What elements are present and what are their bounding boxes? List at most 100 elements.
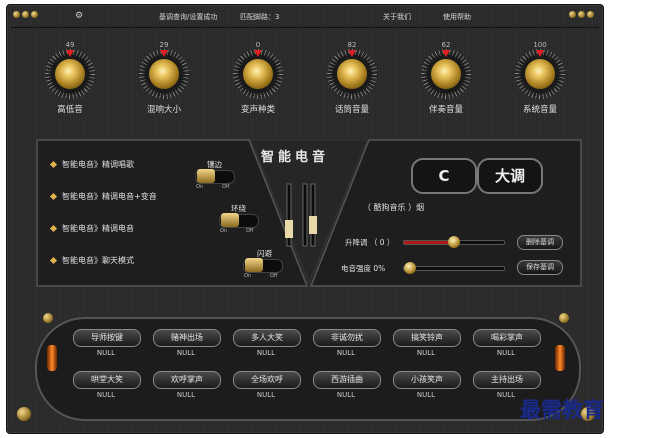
- mode-label: 智能电音》聊天模式: [62, 256, 134, 265]
- effect-status: NULL: [176, 349, 196, 357]
- screw-icon: [569, 11, 576, 18]
- effect-status: NULL: [96, 391, 116, 399]
- effect-button[interactable]: 哄堂大笑: [73, 371, 141, 389]
- mode-label: 智能电音》精调电音+变音: [62, 192, 157, 201]
- knob-label: 高低音: [57, 105, 83, 115]
- effect-button[interactable]: 喝彩掌声: [473, 329, 541, 347]
- effect-button[interactable]: 全场欢呼: [233, 371, 301, 389]
- mode-item[interactable]: 智能电音》精调电音: [49, 223, 134, 234]
- effect-button[interactable]: 导师按键: [73, 329, 141, 347]
- diamond-icon: [49, 192, 58, 201]
- toggle-on-label: On: [220, 228, 228, 234]
- right-lamp-icon: [555, 345, 565, 371]
- knob-label: 变声种类: [240, 105, 275, 115]
- indicator-icon: [348, 50, 356, 57]
- effect-status: NULL: [256, 391, 276, 399]
- effect-button[interactable]: 西游插曲: [313, 371, 381, 389]
- effect-status: NULL: [176, 391, 196, 399]
- logo-text: 智能电音: [261, 150, 330, 165]
- pitch-label: 升降调 （ 0 ）: [345, 237, 394, 248]
- knob-reverb[interactable]: 29 混响大小: [134, 41, 194, 121]
- knob-value: 29: [159, 41, 169, 49]
- toggle-on-label: On: [196, 184, 204, 190]
- indicator-icon: [66, 50, 74, 57]
- mode-item[interactable]: 智能电音》精调电音+变音: [49, 191, 157, 202]
- effect-status: NULL: [336, 349, 356, 357]
- knob-voice-type[interactable]: 0 变声种类: [228, 41, 288, 121]
- script-label: 匹配脚路：3: [240, 12, 279, 22]
- knob-mic-volume[interactable]: 82 话筒音量: [322, 41, 382, 121]
- toggle-off-label: Off: [270, 273, 278, 279]
- pitch-thumb[interactable]: [448, 236, 460, 248]
- pitch-fill: [404, 241, 454, 244]
- effect-button[interactable]: 赌神出场: [153, 329, 221, 347]
- knob-value: 100: [533, 41, 547, 49]
- knob-ring: [233, 49, 283, 99]
- knob-ring: [327, 49, 377, 99]
- mode-label: 智能电音》精调唱歌: [62, 160, 134, 169]
- about-link[interactable]: 关于我们: [383, 12, 411, 22]
- knob-value: 0: [255, 41, 261, 49]
- effect-status: NULL: [416, 349, 436, 357]
- screw-icon: [587, 11, 594, 18]
- toggle-flanger[interactable]: On Off: [195, 169, 235, 190]
- mode-item[interactable]: 智能电音》精调唱歌: [49, 159, 134, 170]
- effect-status: NULL: [96, 349, 116, 357]
- pitch-slider[interactable]: [403, 236, 505, 248]
- pitch-label-text: 升降调: [345, 238, 368, 247]
- effect-button[interactable]: 小孩笑声: [393, 371, 461, 389]
- screw-icon: [13, 11, 20, 18]
- effect-button[interactable]: 欢呼掌声: [153, 371, 221, 389]
- strength-slider[interactable]: [403, 262, 505, 274]
- knob-system-volume[interactable]: 100 系统音量: [510, 41, 570, 121]
- left-lamp-icon: [47, 345, 57, 371]
- key-scale-display[interactable]: 大调: [477, 158, 543, 194]
- screw-icon: [31, 11, 38, 18]
- save-key-button[interactable]: 保存基调: [517, 260, 563, 275]
- indicator-icon: [160, 50, 168, 57]
- knob-value: 49: [65, 41, 75, 49]
- header-divider: [11, 27, 599, 28]
- knob-label: 话筒音量: [334, 105, 369, 115]
- watermark-text: 最需教育: [520, 397, 604, 422]
- gear-icon[interactable]: ⚙: [75, 11, 83, 21]
- mode-label: 智能电音》精调电音: [62, 224, 134, 233]
- diamond-icon: [49, 256, 58, 265]
- delete-key-button[interactable]: 删除基调: [517, 235, 563, 250]
- strength-value: 0%: [373, 264, 386, 273]
- knob-bass[interactable]: 49 高低音: [40, 41, 100, 121]
- pitch-value: （ 0 ）: [369, 238, 395, 247]
- toggle-off-label: Off: [222, 184, 230, 190]
- knob-ring: [515, 49, 565, 99]
- knob-label: 系统音量: [522, 105, 557, 115]
- knob-label: 伴奏音量: [428, 105, 463, 115]
- effect-button[interactable]: 搞笑铃声: [393, 329, 461, 347]
- toggle-dodge[interactable]: On Off: [243, 258, 283, 279]
- effect-button[interactable]: 多人大笑: [233, 329, 301, 347]
- indicator-icon: [442, 50, 450, 57]
- indicator-icon: [254, 50, 262, 57]
- key-note-display[interactable]: C: [411, 158, 477, 194]
- toggle-thumb: [221, 213, 239, 227]
- diamond-icon: [49, 224, 58, 233]
- knob-ring: [45, 49, 95, 99]
- toggle-thumb: [245, 258, 263, 272]
- effect-button[interactable]: 非诚勿扰: [313, 329, 381, 347]
- script-value: 3: [275, 13, 280, 21]
- song-title: （ 酷狗音乐 ）烟: [363, 203, 425, 212]
- help-link[interactable]: 使用帮助: [443, 12, 471, 22]
- knob-ring: [421, 49, 471, 99]
- knob-value: 62: [441, 41, 451, 49]
- strength-label: 电音强度 0%: [341, 263, 385, 274]
- strength-thumb[interactable]: [404, 262, 416, 274]
- knob-ring: [139, 49, 189, 99]
- knob-value: 82: [347, 41, 357, 49]
- status-text: 基调查询/设置成功: [159, 13, 218, 21]
- effect-status: NULL: [256, 349, 276, 357]
- effect-status: NULL: [416, 391, 436, 399]
- toggle-surround[interactable]: On Off: [219, 213, 259, 234]
- knob-accompaniment-volume[interactable]: 62 伴奏音量: [416, 41, 476, 121]
- mode-item[interactable]: 智能电音》聊天模式: [49, 255, 134, 266]
- toggle-off-label: Off: [246, 228, 254, 234]
- effect-button[interactable]: 主持出场: [473, 371, 541, 389]
